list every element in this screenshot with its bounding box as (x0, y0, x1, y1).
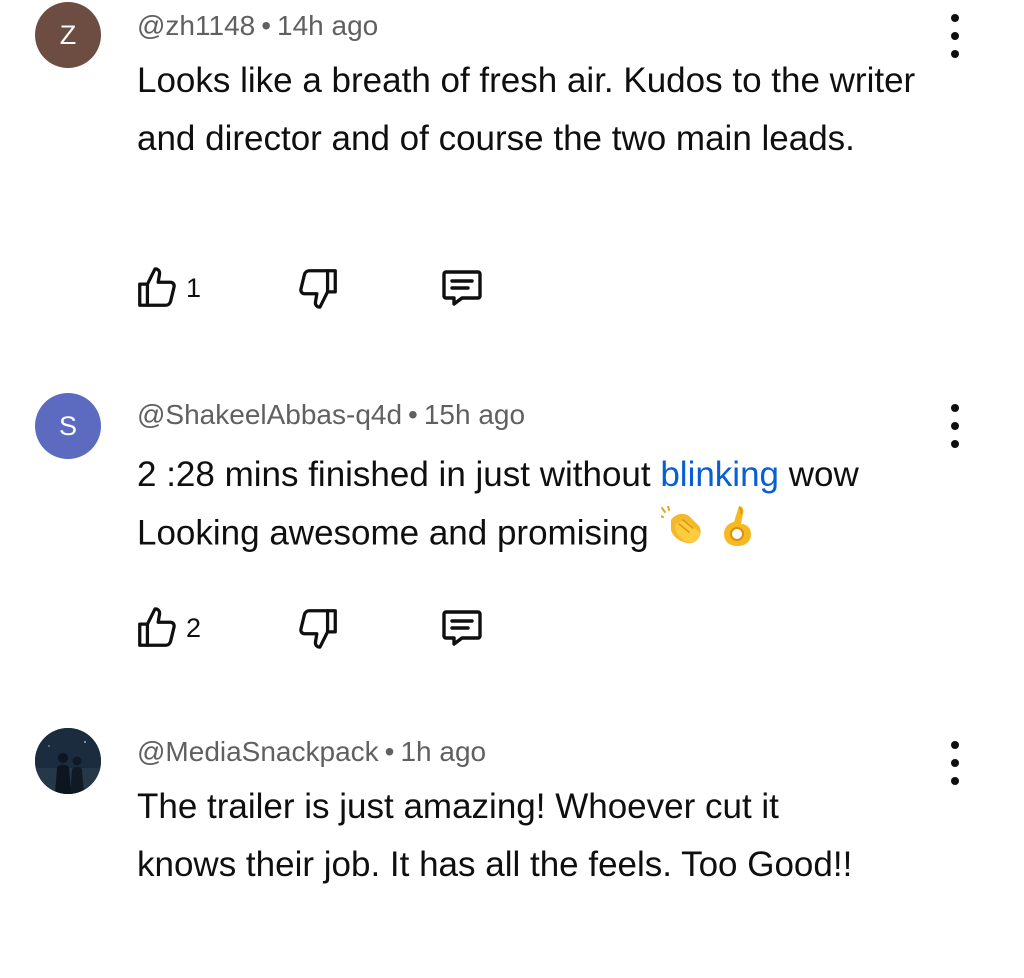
ok-hand-emoji (719, 504, 755, 566)
dislike-button[interactable] (295, 263, 341, 313)
comment-text-part: 2 :28 mins finished in just without (137, 455, 661, 494)
timestamp[interactable]: 1h ago (400, 736, 486, 767)
comment-meta: @MediaSnackpack • 1h ago (137, 735, 486, 769)
more-options-button[interactable] (940, 404, 970, 448)
author-handle[interactable]: @MediaSnackpack (137, 736, 379, 767)
avatar-letter: S (58, 410, 77, 441)
comment-meta: @ShakeelAbbas-q4d • 15h ago (137, 398, 525, 432)
vertical-dots-icon-dot (951, 32, 959, 40)
thumbs-up-icon (138, 267, 176, 307)
author-handle[interactable]: @ShakeelAbbas-q4d (137, 399, 402, 430)
author-handle[interactable]: @zh1148 (137, 10, 255, 41)
separator-dot: • (408, 399, 418, 430)
comment-meta: @zh1148 • 14h ago (137, 9, 378, 43)
avatar[interactable]: S (35, 393, 101, 459)
separator-dot: • (384, 736, 395, 767)
thumbs-down-icon (299, 269, 337, 309)
like-button[interactable]: 2 (134, 603, 201, 653)
reply-comment-icon (442, 270, 482, 306)
reply-button[interactable] (438, 263, 486, 313)
timestamp[interactable]: 15h ago (424, 399, 525, 430)
comment-text: Looks like a breath of fresh air. Kudos … (137, 61, 916, 158)
dislike-button[interactable] (295, 603, 341, 653)
timestamp-link[interactable]: blinking (660, 455, 779, 494)
like-count: 2 (186, 612, 202, 643)
comment-text: The trailer is just amazing! Whoever cut… (137, 787, 853, 884)
vertical-dots-icon-dot (951, 422, 959, 430)
vertical-dots-icon (951, 404, 959, 412)
vertical-dots-icon (951, 14, 959, 22)
reply-comment-icon (442, 610, 482, 646)
more-options-button[interactable] (940, 14, 970, 58)
avatar[interactable] (35, 728, 101, 794)
avatar-photo (35, 728, 101, 794)
like-button[interactable]: 1 (134, 263, 201, 313)
clapping-hands-emoji (658, 505, 707, 564)
thumbs-down-icon (299, 609, 337, 649)
comment-actions: 1 (130, 263, 510, 313)
vertical-dots-icon-dot (951, 759, 959, 767)
vertical-dots-icon (951, 741, 959, 749)
separator-dot: • (261, 10, 272, 41)
vertical-dots-icon-dot (951, 50, 959, 58)
timestamp[interactable]: 14h ago (277, 10, 378, 41)
vertical-dots-icon-dot (951, 440, 959, 448)
vertical-dots-icon-dot (951, 777, 959, 785)
reply-button[interactable] (438, 603, 486, 653)
comment-text: 2 :28 mins finished in just without blin… (137, 446, 937, 566)
avatar[interactable]: Z (35, 2, 101, 68)
more-options-button[interactable] (940, 741, 970, 785)
like-count: 1 (186, 272, 202, 303)
comment-actions: 2 (130, 603, 510, 653)
avatar-letter: Z (59, 19, 77, 50)
thumbs-up-icon (138, 607, 176, 647)
